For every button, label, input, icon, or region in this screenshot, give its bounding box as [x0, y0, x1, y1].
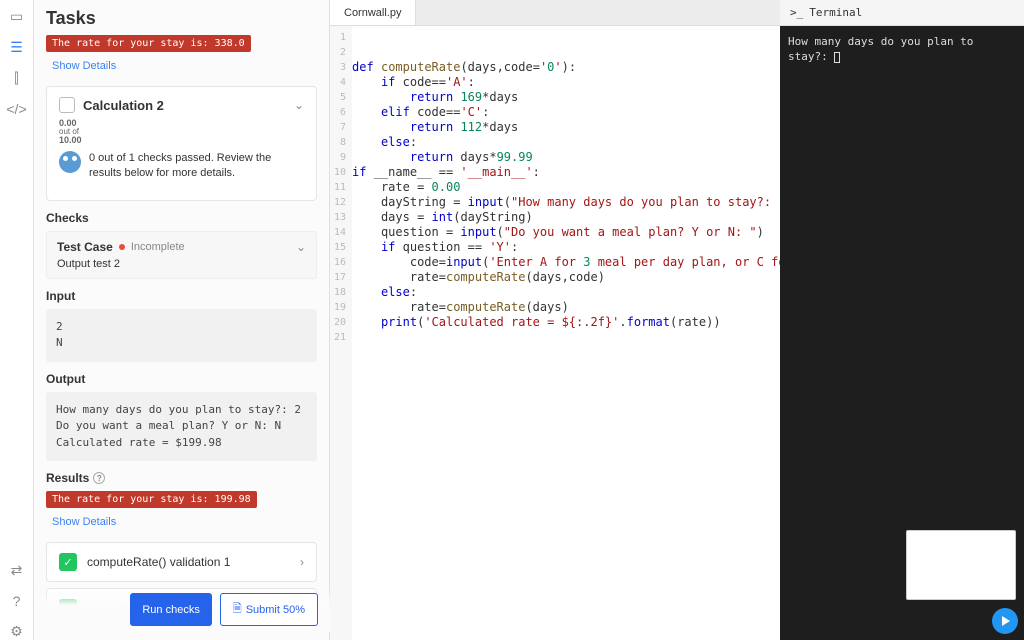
code-lines[interactable]: def computeRate(days,code='0'): if code=… — [352, 26, 780, 640]
tasks-panel: Tasks The rate for your stay is: 338.0 S… — [34, 0, 330, 640]
code-area[interactable]: 123456789101112131415161718192021 def co… — [330, 26, 780, 640]
input-box: 2 N — [46, 309, 317, 362]
code-icon[interactable]: </> — [6, 101, 26, 117]
help-icon[interactable]: ? — [13, 593, 21, 609]
list-icon[interactable]: ☰ — [10, 39, 23, 56]
test-case-subtitle: Output test 2 — [57, 258, 306, 270]
input-label: Input — [46, 289, 317, 303]
robot-message: 0 out of 1 checks passed. Review the res… — [89, 151, 304, 182]
test-case-card: Test Case Incomplete ⌄ Output test 2 — [46, 231, 317, 279]
chart-icon[interactable]: ⫿ — [14, 70, 18, 87]
submit-button[interactable]: 🗎 Submit 50% — [220, 593, 318, 626]
output-box: How many days do you plan to stay?: 2 Do… — [46, 392, 317, 462]
show-details-link-2[interactable]: Show Details — [52, 516, 317, 528]
check-icon: ✓ — [59, 553, 77, 571]
chevron-down-icon[interactable]: ⌄ — [294, 98, 304, 112]
terminal-icon: >_ — [790, 6, 803, 19]
terminal-panel: >_ Terminal How many days do you plan to… — [780, 0, 1024, 640]
calc-checkbox[interactable] — [59, 97, 75, 113]
status-dot-icon — [119, 244, 125, 250]
calculation-card: Calculation 2 ⌄ 0.00 out of 10.00 0 out … — [46, 86, 317, 201]
help-icon[interactable]: ? — [93, 472, 105, 484]
terminal-tab[interactable]: >_ Terminal — [780, 0, 1024, 26]
chevron-right-icon: › — [300, 555, 304, 569]
tasks-title: Tasks — [34, 0, 329, 35]
results-label: Results — [46, 471, 89, 485]
test-case-status: Incomplete — [131, 241, 185, 253]
file-icon: 🗎 — [233, 600, 242, 619]
chevron-down-icon[interactable]: ⌄ — [296, 240, 306, 254]
rate-chip-top: The rate for your stay is: 338.0 — [46, 35, 251, 52]
line-gutter: 123456789101112131415161718192021 — [330, 26, 352, 640]
settings-icon[interactable]: ⚙ — [10, 623, 23, 640]
run-checks-button[interactable]: Run checks — [130, 593, 211, 626]
code-editor: Cornwall.py 1234567891011121314151617181… — [330, 0, 780, 640]
rate-chip-result: The rate for your stay is: 199.98 — [46, 491, 257, 508]
test-case-name: Test Case — [57, 240, 113, 254]
book-icon[interactable]: ▭ — [10, 8, 23, 25]
score-box: 0.00 out of 10.00 — [59, 119, 304, 145]
output-label: Output — [46, 372, 317, 386]
checks-label: Checks — [46, 211, 317, 225]
share-icon[interactable]: ⇄ — [11, 562, 23, 579]
left-iconbar: ▭ ☰ ⫿ </> ⇄ ? ⚙ — [0, 0, 34, 640]
editor-tab[interactable]: Cornwall.py — [330, 0, 416, 25]
robot-icon — [59, 151, 81, 173]
show-details-link[interactable]: Show Details — [52, 60, 317, 72]
minimap-preview[interactable] — [906, 530, 1016, 600]
calc-title: Calculation 2 — [83, 98, 286, 113]
run-button[interactable] — [992, 608, 1018, 634]
terminal-cursor — [834, 52, 840, 63]
validation-row-1[interactable]: ✓ computeRate() validation 1 › — [46, 542, 317, 582]
editor-tabbar: Cornwall.py — [330, 0, 780, 26]
